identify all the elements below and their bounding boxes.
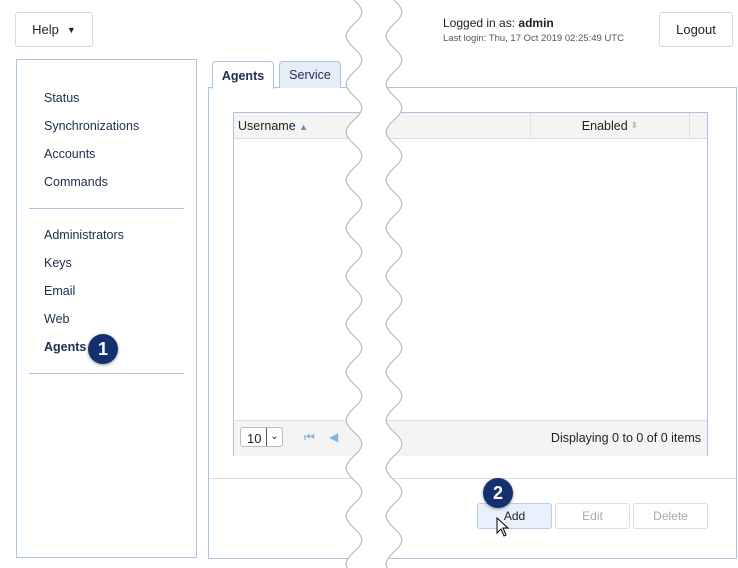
logged-in-text: Logged in as: admin	[443, 16, 554, 30]
sidebar-item-administrators[interactable]: Administrators	[44, 228, 124, 242]
page-size-value: 10	[247, 431, 262, 446]
sidebar-divider	[29, 373, 184, 374]
column-enabled[interactable]: Enabled ⬍	[530, 113, 690, 138]
help-label: Help	[32, 22, 59, 37]
page-size-select[interactable]: 10 ⌄	[240, 427, 283, 447]
sidebar-item-email[interactable]: Email	[44, 284, 75, 298]
sort-icon: ⬍	[630, 120, 639, 130]
caret-down-icon: ▼	[66, 24, 76, 35]
last-login: Last login: Thu, 17 Oct 2019 02:25:49 UT…	[443, 33, 624, 44]
chevron-down-icon: ⌄	[266, 428, 282, 446]
sidebar	[16, 59, 197, 558]
edit-button[interactable]: Edit	[555, 503, 630, 529]
column-username[interactable]: Username ▲	[238, 119, 308, 133]
enabled-header: Enabled	[581, 118, 628, 133]
screenshot-tear	[345, 0, 403, 568]
add-button[interactable]: Add	[477, 503, 552, 529]
sort-asc-icon: ▲	[299, 122, 309, 132]
sidebar-item-agents[interactable]: Agents	[44, 340, 86, 354]
sidebar-item-commands[interactable]: Commands	[44, 175, 108, 189]
grid-pager: 10 ⌄ ⏮ ◀ Displaying 0 to 0 of 0 items	[234, 420, 707, 456]
sidebar-item-accounts[interactable]: Accounts	[44, 147, 95, 161]
username-header: Username	[238, 119, 296, 133]
tab-agents[interactable]: Agents	[212, 61, 274, 89]
sidebar-item-web[interactable]: Web	[44, 312, 69, 326]
grid-header: Username ▲ Enabled ⬍	[234, 113, 707, 139]
callout-badge-1: 1	[88, 334, 118, 364]
username: admin	[518, 16, 554, 30]
sidebar-item-status[interactable]: Status	[44, 91, 79, 105]
callout-badge-2: 2	[483, 478, 513, 508]
grid-status: Displaying 0 to 0 of 0 items	[550, 431, 701, 445]
sidebar-item-synchronizations[interactable]: Synchronizations	[44, 119, 139, 133]
agents-grid: Username ▲ Enabled ⬍ 10 ⌄ ⏮ ◀ Displaying 0…	[233, 112, 708, 456]
sidebar-divider	[29, 208, 184, 209]
first-page-icon[interactable]: ⏮	[304, 430, 315, 445]
mouse-cursor-icon	[496, 517, 510, 537]
help-menu-button[interactable]: Help ▼	[15, 12, 93, 47]
logout-button[interactable]: Logout	[659, 12, 733, 47]
sidebar-item-keys[interactable]: Keys	[44, 256, 72, 270]
logged-in-prefix: Logged in as:	[443, 16, 519, 30]
delete-button[interactable]: Delete	[633, 503, 708, 529]
panel-divider	[209, 478, 736, 479]
